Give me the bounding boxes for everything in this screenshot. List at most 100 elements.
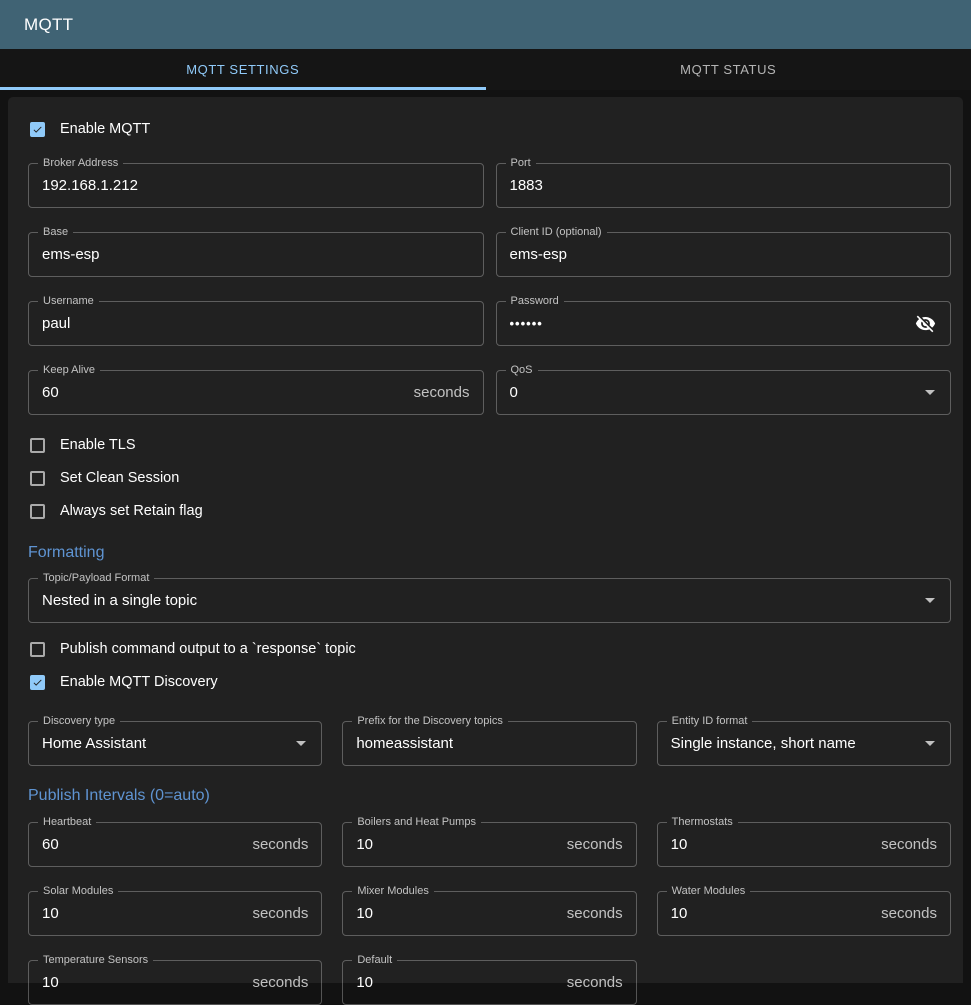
base-input[interactable] bbox=[42, 246, 470, 263]
client-id-label: Client ID (optional) bbox=[506, 225, 607, 239]
heartbeat-unit: seconds bbox=[252, 836, 308, 853]
discovery-row: Discovery type Home Assistant Prefix for… bbox=[28, 721, 951, 766]
check-icon bbox=[32, 122, 43, 137]
entity-format-select[interactable]: Entity ID format Single instance, short … bbox=[657, 721, 951, 766]
retain-flag-label: Always set Retain flag bbox=[60, 503, 203, 519]
boilers-label: Boilers and Heat Pumps bbox=[352, 815, 481, 829]
port-input[interactable] bbox=[510, 177, 938, 194]
app-header: MQTT bbox=[0, 0, 971, 49]
thermostats-field: Thermostats seconds bbox=[657, 822, 951, 867]
boilers-unit: seconds bbox=[567, 836, 623, 853]
boilers-input[interactable] bbox=[356, 836, 558, 853]
topic-format-select[interactable]: Topic/Payload Format Nested in a single … bbox=[28, 578, 951, 623]
solar-modules-unit: seconds bbox=[252, 905, 308, 922]
mixer-modules-unit: seconds bbox=[567, 905, 623, 922]
qos-label: QoS bbox=[506, 363, 538, 377]
entity-format-label: Entity ID format bbox=[667, 714, 753, 728]
publish-response-checkbox[interactable] bbox=[30, 642, 45, 657]
water-modules-field: Water Modules seconds bbox=[657, 891, 951, 936]
enable-mqtt-checkbox[interactable] bbox=[30, 122, 45, 137]
password-field: Password bbox=[496, 301, 952, 346]
enable-tls-row: Enable TLS bbox=[28, 435, 951, 455]
mixer-modules-input[interactable] bbox=[356, 905, 558, 922]
enable-mqtt-label: Enable MQTT bbox=[60, 121, 150, 137]
broker-address-label: Broker Address bbox=[38, 156, 123, 170]
broker-port-row: Broker Address Port bbox=[28, 163, 951, 208]
enable-mqtt-row: Enable MQTT bbox=[28, 119, 951, 139]
port-field: Port bbox=[496, 163, 952, 208]
clean-session-label: Set Clean Session bbox=[60, 470, 179, 486]
password-label: Password bbox=[506, 294, 564, 308]
water-modules-input[interactable] bbox=[671, 905, 873, 922]
discovery-prefix-input[interactable] bbox=[356, 735, 622, 752]
water-modules-unit: seconds bbox=[881, 905, 937, 922]
broker-address-field: Broker Address bbox=[28, 163, 484, 208]
broker-address-input[interactable] bbox=[42, 177, 470, 194]
retain-flag-checkbox[interactable] bbox=[30, 504, 45, 519]
keep-alive-input[interactable] bbox=[42, 384, 406, 401]
entity-format-value: Single instance, short name bbox=[671, 735, 917, 752]
dropdown-arrow-icon bbox=[925, 390, 935, 395]
password-input[interactable] bbox=[510, 316, 908, 331]
tab-mqtt-status[interactable]: MQTT STATUS bbox=[486, 49, 971, 90]
keepalive-qos-row: Keep Alive seconds QoS 0 bbox=[28, 370, 951, 415]
credentials-row: Username Password bbox=[28, 301, 951, 346]
enable-discovery-checkbox[interactable] bbox=[30, 675, 45, 690]
thermostats-label: Thermostats bbox=[667, 815, 738, 829]
mixer-modules-label: Mixer Modules bbox=[352, 884, 434, 898]
dropdown-arrow-icon bbox=[296, 741, 306, 746]
tab-bar: MQTT SETTINGS MQTT STATUS bbox=[0, 49, 971, 90]
retain-flag-row: Always set Retain flag bbox=[28, 501, 951, 521]
enable-discovery-row: Enable MQTT Discovery bbox=[28, 672, 951, 692]
heartbeat-label: Heartbeat bbox=[38, 815, 96, 829]
solar-modules-field: Solar Modules seconds bbox=[28, 891, 322, 936]
qos-value: 0 bbox=[510, 384, 918, 401]
intervals-row-1: Heartbeat seconds Boilers and Heat Pumps… bbox=[28, 822, 951, 867]
dropdown-arrow-icon bbox=[925, 598, 935, 603]
intervals-row-2: Solar Modules seconds Mixer Modules seco… bbox=[28, 891, 951, 936]
mixer-modules-field: Mixer Modules seconds bbox=[342, 891, 636, 936]
enable-discovery-label: Enable MQTT Discovery bbox=[60, 674, 218, 690]
enable-tls-checkbox[interactable] bbox=[30, 438, 45, 453]
username-field: Username bbox=[28, 301, 484, 346]
username-label: Username bbox=[38, 294, 99, 308]
heartbeat-input[interactable] bbox=[42, 836, 244, 853]
discovery-type-select[interactable]: Discovery type Home Assistant bbox=[28, 721, 322, 766]
heartbeat-field: Heartbeat seconds bbox=[28, 822, 322, 867]
toggle-password-visibility-button[interactable] bbox=[913, 312, 937, 336]
username-input[interactable] bbox=[42, 315, 470, 332]
topic-format-label: Topic/Payload Format bbox=[38, 571, 154, 585]
default-interval-label: Default bbox=[352, 953, 397, 967]
qos-select[interactable]: QoS 0 bbox=[496, 370, 952, 415]
base-label: Base bbox=[38, 225, 73, 239]
publish-response-row: Publish command output to a `response` t… bbox=[28, 639, 951, 659]
check-icon bbox=[32, 675, 43, 690]
dropdown-arrow-icon bbox=[925, 741, 935, 746]
clean-session-row: Set Clean Session bbox=[28, 468, 951, 488]
publish-intervals-heading: Publish Intervals (0=auto) bbox=[28, 785, 951, 807]
page-title: MQTT bbox=[24, 15, 73, 35]
base-field: Base bbox=[28, 232, 484, 277]
keep-alive-unit: seconds bbox=[414, 384, 470, 401]
thermostats-unit: seconds bbox=[881, 836, 937, 853]
discovery-type-value: Home Assistant bbox=[42, 735, 288, 752]
discovery-prefix-field: Prefix for the Discovery topics bbox=[342, 721, 636, 766]
tab-mqtt-settings[interactable]: MQTT SETTINGS bbox=[0, 49, 486, 90]
discovery-prefix-label: Prefix for the Discovery topics bbox=[352, 714, 508, 728]
keep-alive-field: Keep Alive seconds bbox=[28, 370, 484, 415]
discovery-type-label: Discovery type bbox=[38, 714, 120, 728]
topic-format-value: Nested in a single topic bbox=[42, 592, 917, 609]
enable-tls-label: Enable TLS bbox=[60, 437, 136, 453]
keep-alive-label: Keep Alive bbox=[38, 363, 100, 377]
thermostats-input[interactable] bbox=[671, 836, 873, 853]
clean-session-checkbox[interactable] bbox=[30, 471, 45, 486]
solar-modules-input[interactable] bbox=[42, 905, 244, 922]
water-modules-label: Water Modules bbox=[667, 884, 751, 898]
boilers-field: Boilers and Heat Pumps seconds bbox=[342, 822, 636, 867]
publish-response-label: Publish command output to a `response` t… bbox=[60, 641, 356, 657]
solar-modules-label: Solar Modules bbox=[38, 884, 118, 898]
base-clientid-row: Base Client ID (optional) bbox=[28, 232, 951, 277]
client-id-input[interactable] bbox=[510, 246, 938, 263]
port-label: Port bbox=[506, 156, 536, 170]
mqtt-settings-panel: Enable MQTT Broker Address Port Base Cli… bbox=[8, 97, 963, 983]
